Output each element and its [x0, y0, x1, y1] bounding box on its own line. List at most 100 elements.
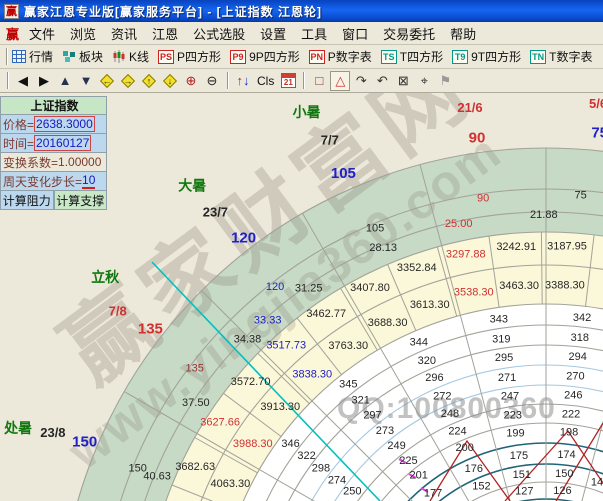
wheel-label: 3187.95 — [547, 241, 587, 253]
pin-button[interactable]: ⚑ — [435, 71, 455, 91]
wheel-label: 105 — [331, 165, 356, 182]
panel-value-1[interactable]: 20160127 — [34, 135, 91, 151]
wheel-label: 294 — [569, 351, 587, 363]
toolbar-9p-square-button[interactable]: P99P四方形 — [230, 48, 300, 65]
diamond-arrow-icon: ↑ — [141, 73, 157, 89]
kline-candles-icon — [112, 50, 126, 63]
wheel-label: 271 — [498, 372, 516, 384]
toolbar-quotes-button[interactable]: 行情 — [12, 48, 53, 65]
pan-up-button[interactable]: ↑ — [139, 71, 159, 91]
pan-left-button[interactable]: ← — [97, 71, 117, 91]
wheel-label: 342 — [573, 312, 591, 324]
square-tool-button[interactable]: □ — [309, 71, 329, 91]
wheel-label: 150 — [555, 468, 573, 480]
wheel-label: 149 — [591, 476, 603, 488]
instrument-title: 上证指数 — [0, 96, 107, 115]
wheel-label: 127 — [515, 486, 533, 498]
toolbar-t-table-button[interactable]: TNT数字表 — [530, 48, 592, 65]
toolbar-p-square-label: P四方形 — [177, 48, 221, 65]
main-toolbar: 行情 板块 K线 PSP四方形 P99P四方形 PNP数字表 TST四方形 T99T四方形 TN… — [0, 45, 603, 69]
pointer-up-button[interactable]: ▲ — [55, 71, 75, 91]
wheel-label: 246 — [564, 390, 582, 402]
panel-label-2: 变换系数= — [3, 154, 58, 171]
xbox-button[interactable]: ⊠ — [393, 71, 413, 91]
menu-item-4[interactable]: 公式选股 — [193, 24, 245, 43]
rotate-ccw-button[interactable]: ↶ — [372, 71, 392, 91]
panel-row-1: 时间=20160127 — [0, 134, 107, 153]
wheel-label: 250 — [343, 486, 361, 498]
diamond-arrow-icon: ← — [99, 73, 115, 89]
wheel-label: 343 — [490, 314, 508, 326]
panel-label-1: 时间= — [3, 135, 34, 152]
zoom-out-button[interactable]: ⊖ — [202, 71, 222, 91]
menu-item-3[interactable]: 江恩 — [152, 24, 178, 43]
toolbar-grip — [7, 72, 9, 89]
logo-icon: 赢 — [6, 24, 19, 43]
wheel-label: 3613.30 — [410, 299, 450, 311]
panel-value-3[interactable]: 10 — [82, 173, 95, 189]
triangle-tool-button[interactable]: △ — [330, 71, 350, 91]
center-button[interactable]: ⌖ — [414, 71, 434, 91]
wheel-label: 298 — [312, 462, 330, 474]
pan-right-button[interactable]: → — [118, 71, 138, 91]
toolbar-p-square-button[interactable]: PSP四方形 — [158, 48, 221, 65]
cls-button[interactable]: Cls — [254, 71, 277, 91]
pointer-down-button[interactable]: ▼ — [76, 71, 96, 91]
toolbar-sectors-button[interactable]: 板块 — [62, 48, 103, 65]
wheel-label: 120 — [266, 281, 284, 293]
wheel-label: 150 — [72, 434, 97, 451]
wheel-label: 297 — [363, 409, 381, 421]
wheel-label: 346 — [281, 438, 299, 450]
toolbar-grip — [6, 48, 8, 65]
menu-item-5[interactable]: 设置 — [260, 24, 286, 43]
toolbar-p-table-button[interactable]: PNP数字表 — [309, 48, 372, 65]
menu-item-2[interactable]: 资讯 — [111, 24, 137, 43]
panel-row-0: 价格=2638.3000 — [0, 115, 107, 134]
wheel-label: 135 — [138, 321, 163, 338]
next-button[interactable]: ▶ — [34, 71, 54, 91]
wheel-label: 225 — [399, 455, 417, 467]
wheel-label: 小暑 — [293, 104, 321, 120]
wheel-label: 318 — [571, 332, 589, 344]
toolbar-t-square-label: T四方形 — [400, 48, 443, 65]
menu-item-9[interactable]: 帮助 — [450, 24, 476, 43]
calc-support-button[interactable]: 计算支撑 — [54, 191, 108, 210]
panel-value-2[interactable]: 1.00000 — [58, 155, 101, 169]
toolbar-sectors-label: 板块 — [79, 48, 103, 65]
wheel-label: 320 — [418, 355, 436, 367]
wheel-label: 273 — [376, 425, 394, 437]
rotate-cw-button[interactable]: ↷ — [351, 71, 371, 91]
wheel-label: 152 — [472, 480, 490, 492]
menu-item-6[interactable]: 工具 — [301, 24, 327, 43]
panel-row-3: 周天变化步长=10 — [0, 172, 107, 191]
wheel-label: 4063.30 — [211, 478, 251, 490]
toolbar-kline-button[interactable]: K线 — [112, 48, 149, 65]
prev-button[interactable]: ◀ — [13, 71, 33, 91]
menu-item-8[interactable]: 交易委托 — [383, 24, 435, 43]
wheel-label: 40.63 — [143, 470, 171, 482]
wheel-label: 3463.30 — [499, 280, 539, 292]
pan-down-button[interactable]: ↓ — [160, 71, 180, 91]
wheel-label: 3838.30 — [292, 369, 332, 381]
calendar-button[interactable]: 21 — [278, 71, 298, 91]
menu-item-7[interactable]: 窗口 — [342, 24, 368, 43]
toolbar-t-square-button[interactable]: TST四方形 — [381, 48, 443, 65]
wheel-label: 247 — [501, 391, 519, 403]
wheel-label: 3517.73 — [266, 340, 306, 352]
panel-value-0[interactable]: 2638.3000 — [34, 116, 95, 132]
wheel-label: 151 — [513, 469, 531, 481]
toolbar-9t-square-button[interactable]: T99T四方形 — [452, 48, 521, 65]
toolbar-t-table-label: T数字表 — [549, 48, 592, 65]
calc-resistance-button[interactable]: 计算阻力 — [0, 191, 54, 210]
wheel-label: 7/7 — [321, 133, 339, 148]
updown-button[interactable]: ↑↓ — [233, 71, 253, 91]
wheel-label: 199 — [506, 427, 524, 439]
zoom-in-button[interactable]: ⊕ — [181, 71, 201, 91]
menu-item-0[interactable]: 文件 — [29, 24, 55, 43]
menu-item-1[interactable]: 浏览 — [70, 24, 96, 43]
wheel-label: 295 — [495, 352, 513, 364]
toolbar-9p-square-label: 9P四方形 — [249, 48, 300, 65]
p-table-icon: PN — [309, 50, 325, 64]
window-title: 赢家江恩专业版[赢家服务平台] - [上证指数 江恩轮] — [24, 3, 322, 20]
wheel-label: 198 — [560, 426, 578, 438]
